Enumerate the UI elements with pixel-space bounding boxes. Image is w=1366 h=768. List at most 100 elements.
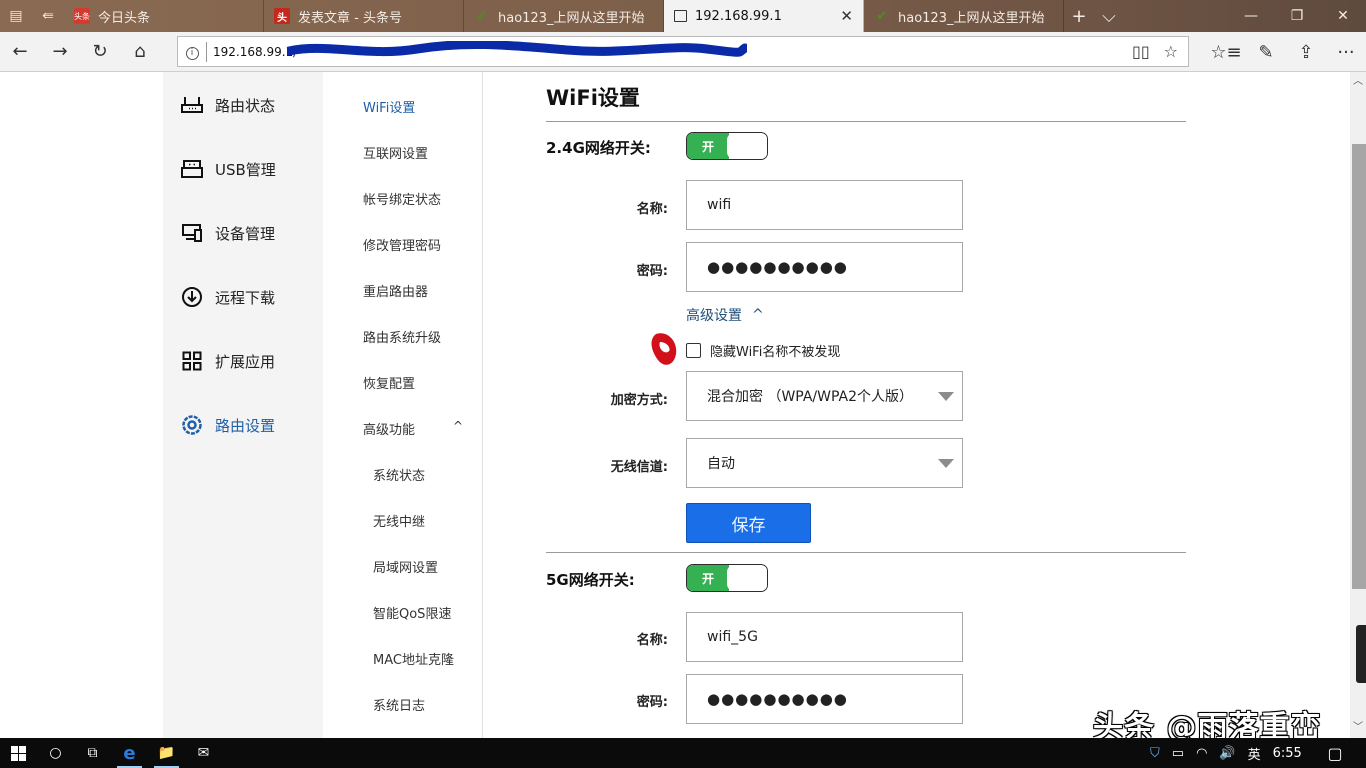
page-title: WiFi设置 [546, 86, 640, 110]
scroll-up-arrow-icon[interactable]: ︿ [1350, 72, 1366, 90]
forward-button[interactable]: → [40, 32, 80, 72]
sidebar-item-label: USB管理 [215, 160, 276, 179]
input-method-indicator[interactable]: 英 [1248, 744, 1261, 763]
submenu-reboot-router[interactable]: 重启路由器 [363, 281, 428, 300]
submenu-system-status[interactable]: 系统状态 [373, 465, 425, 484]
battery-icon[interactable]: ▭ [1172, 746, 1184, 761]
router-admin-page: 路由状态 USB管理 设备管理 远程下载 扩展应用 路由设置 WiFi设置 互联… [0, 72, 1342, 738]
tab-router-active[interactable]: 192.168.99.1 ✕ [664, 0, 864, 32]
submenu-system-upgrade[interactable]: 路由系统升级 [363, 327, 441, 346]
scroll-down-arrow-icon[interactable]: ﹀ [1350, 718, 1366, 736]
submenu-system-log[interactable]: 系统日志 [373, 695, 425, 714]
minimize-button[interactable]: — [1228, 0, 1274, 32]
submenu-mac-clone[interactable]: MAC地址克隆 [373, 649, 454, 668]
more-menu-icon[interactable]: ··· [1326, 32, 1366, 72]
close-tab-icon[interactable]: ✕ [840, 7, 853, 25]
submenu-account-binding[interactable]: 帐号绑定状态 [363, 189, 441, 208]
advanced-settings-toggle[interactable]: 高级设置 ^ [686, 305, 764, 325]
start-button[interactable] [0, 738, 37, 768]
band-24-ssid-input[interactable]: wifi [686, 180, 963, 230]
band-5-ssid-input[interactable]: wifi_5G [686, 612, 963, 662]
wifi-icon[interactable]: ◠ [1196, 746, 1207, 761]
band-24-switch-label: 2.4G网络开关: [546, 139, 651, 157]
sidebar-item-usb[interactable]: USB管理 [181, 158, 276, 180]
mail-icon[interactable]: ✉ [185, 738, 222, 768]
sidebar-item-label: 路由状态 [215, 96, 276, 115]
band-24-toggle[interactable]: 开 [686, 132, 768, 160]
share-icon[interactable]: ⇪ [1286, 32, 1326, 72]
back-button[interactable]: ← [0, 32, 40, 72]
redaction-scribble [287, 40, 747, 57]
toggle-knob [727, 565, 767, 591]
url-text[interactable]: 192.168.99.1/ [213, 40, 1132, 59]
sidebar-item-remote-download[interactable]: 远程下载 [181, 286, 275, 308]
side-widget-handle[interactable] [1356, 625, 1366, 683]
home-button[interactable]: ⌂ [120, 32, 160, 72]
submenu-restore-config[interactable]: 恢复配置 [363, 373, 415, 392]
submenu-advanced-functions[interactable]: 高级功能 [363, 419, 415, 438]
sidebar-item-devices[interactable]: 设备管理 [181, 222, 275, 244]
restore-button[interactable]: ❐ [1274, 0, 1320, 32]
tab-toutiao-hao[interactable]: 头 发表文章 - 头条号 [264, 0, 464, 32]
windows-logo-icon [11, 745, 26, 761]
channel-label: 无线信道: [610, 460, 668, 475]
scroll-thumb[interactable] [1352, 144, 1366, 589]
chevron-up-icon[interactable]: ^ [453, 419, 463, 433]
hide-ssid-checkbox[interactable] [686, 343, 701, 358]
cortana-search-icon[interactable]: ○ [37, 738, 74, 768]
submenu-lan-settings[interactable]: 局域网设置 [373, 557, 438, 576]
toutiao-hao-icon: 头 [274, 8, 290, 24]
sidebar-item-apps[interactable]: 扩展应用 [181, 350, 275, 372]
site-info-icon[interactable]: i [178, 44, 206, 60]
file-explorer-icon[interactable]: 📁 [148, 738, 185, 768]
action-center-icon[interactable]: ▢ [1322, 738, 1348, 768]
encryption-select[interactable]: 混合加密 （WPA/WPA2个人版） [686, 371, 963, 421]
submenu-wireless-repeater[interactable]: 无线中继 [373, 511, 425, 530]
save-button[interactable]: 保存 [686, 503, 811, 543]
submenu-smart-qos[interactable]: 智能QoS限速 [373, 603, 451, 622]
windows-taskbar: ○ ⧉ e 📁 ✉ ⛉ ▭ ◠ 🔊 英 6:55 ▢ [0, 738, 1366, 768]
band-5-toggle[interactable]: 开 [686, 564, 768, 592]
set-aside-tabs-icon[interactable]: ⇚ [32, 0, 64, 32]
sidebar-item-label: 路由设置 [215, 416, 276, 435]
submenu-internet-settings[interactable]: 互联网设置 [363, 143, 428, 162]
tab-toutiao[interactable]: 头条 今日头条 [64, 0, 264, 32]
band-5-password-input[interactable]: ●●●●●●●●●● [686, 674, 963, 724]
encryption-selected-value: 混合加密 （WPA/WPA2个人版） [707, 389, 914, 405]
close-window-button[interactable]: ✕ [1320, 0, 1366, 32]
address-bar[interactable]: i 192.168.99.1/ ▯▯ ☆ [177, 36, 1189, 67]
band-24-password-input[interactable]: ●●●●●●●●●● [686, 242, 963, 292]
clock[interactable]: 6:55 [1273, 746, 1302, 761]
dropdown-caret-icon [938, 392, 954, 401]
sidebar-item-router-settings[interactable]: 路由设置 [181, 414, 275, 436]
tab-hao123-2[interactable]: ✔ hao123_上网从这里开始 [864, 0, 1064, 32]
reading-view-icon[interactable]: ▯▯ [1132, 42, 1150, 61]
url-visible: 192.168.99.1/ [213, 44, 298, 59]
band-5-password-label: 密码: [636, 695, 668, 710]
refresh-button[interactable]: ↻ [80, 32, 120, 72]
edge-browser-icon[interactable]: e [111, 738, 148, 768]
sidebar-item-label: 扩展应用 [215, 352, 276, 371]
submenu-wifi-settings[interactable]: WiFi设置 [363, 97, 415, 116]
tab-list-chevron-icon[interactable]: ⌵ [1094, 0, 1124, 32]
settings-submenu: WiFi设置 互联网设置 帐号绑定状态 修改管理密码 重启路由器 路由系统升级 … [323, 72, 483, 738]
favorite-star-icon[interactable]: ☆ [1164, 42, 1178, 61]
new-tab-button[interactable]: + [1064, 0, 1094, 32]
tab-overview-icon[interactable]: ▤ [0, 0, 32, 32]
channel-select[interactable]: 自动 [686, 438, 963, 488]
hide-ssid-option[interactable]: 隐藏WiFi名称不被发现 [686, 341, 840, 360]
url-separator [206, 41, 207, 62]
page-icon [674, 10, 687, 22]
favorites-hub-icon[interactable]: ☆≡ [1206, 32, 1246, 72]
web-notes-icon[interactable]: ✎ [1246, 32, 1286, 72]
task-view-icon[interactable]: ⧉ [74, 738, 111, 768]
security-shield-icon[interactable]: ⛉ [1150, 746, 1160, 761]
sidebar-item-router-status[interactable]: 路由状态 [181, 94, 275, 116]
volume-icon[interactable]: 🔊 [1219, 746, 1235, 761]
sidebar-item-label: 远程下载 [215, 288, 276, 307]
band-5-switch-label: 5G网络开关: [546, 571, 635, 589]
tab-title: 今日头条 [98, 10, 151, 26]
sidebar-item-label: 设备管理 [215, 224, 276, 243]
tab-hao123[interactable]: ✔ hao123_上网从这里开始 [464, 0, 664, 32]
submenu-change-admin-password[interactable]: 修改管理密码 [363, 235, 441, 254]
